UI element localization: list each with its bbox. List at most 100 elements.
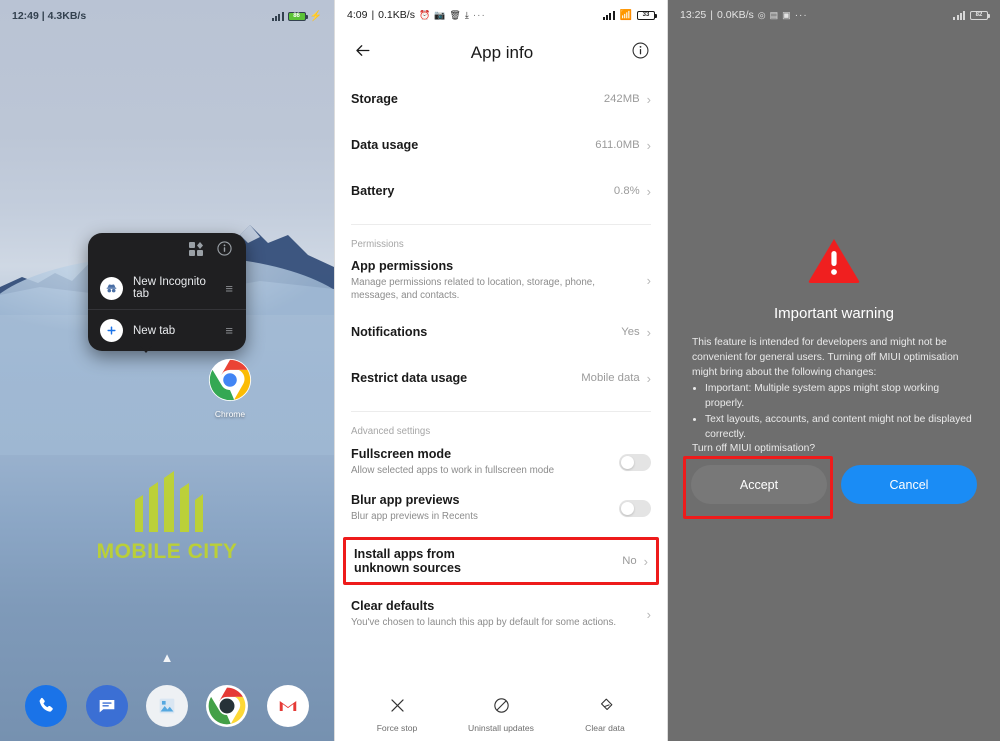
battery-icon: 86 [287,11,308,21]
city-logo-icon [135,471,203,532]
chevron-right-icon: › [646,273,651,289]
battery-icon: 82 [970,10,990,20]
action-label: Uninstall updates [468,723,534,733]
status-netspeed: 0.0KB/s [717,9,754,21]
menu-item-label: New tab [133,324,176,337]
three-phone-screenshots: 12:49 | 4.3KB/s 86 ⚡ New Incognito tab ≡… [0,0,1000,741]
dialog-button-row: Accept Cancel [668,465,1000,504]
uninstall-updates-button[interactable]: Uninstall updates [462,696,540,733]
row-restrict-data-usage[interactable]: Restrict data usage Mobile data › [351,355,651,401]
row-title: Notifications [351,325,428,340]
warning-dialog-panel: 13:25 | 0.0KB/s ◎ ▤ ▣ ··· 82 Important w… [668,0,1000,741]
row-notifications[interactable]: Notifications Yes › [351,309,651,355]
warning-triangle-icon [808,239,860,283]
row-text: Battery [351,184,614,198]
messages-icon[interactable] [85,685,128,727]
row-text: Blur app previews Blur app previews in R… [351,493,619,523]
gmail-icon[interactable] [266,685,309,727]
warning-dialog: Important warning This feature is intend… [668,236,1000,457]
menu-item-new-tab[interactable]: New tab ≡ [88,309,246,351]
menu-item-label: New Incognito tab [133,276,206,300]
row-title-line1: Install apps from [354,547,455,562]
cancel-button[interactable]: Cancel [841,465,977,504]
chevron-right-icon: › [643,553,648,569]
status-left: 4:09 | 0.1KB/s ⏰ 📷 🗑 ⤓ ··· [347,9,486,21]
widgets-icon[interactable] [189,241,203,261]
status-sep: | [41,10,45,22]
phone-icon[interactable] [25,685,68,727]
row-install-unknown-sources[interactable]: Install apps from unknown sources No › [354,540,648,582]
bottom-action-bar: Force stop Uninstall updates Clear data [335,696,667,733]
status-bar-appinfo: 4:09 | 0.1KB/s ⏰ 📷 🗑 ⤓ ··· 📶 33 [335,0,667,30]
page-title: App info [470,43,534,62]
chrome-app-shortcut[interactable]: Chrome [206,358,254,419]
menu-item-new-incognito-tab[interactable]: New Incognito tab ≡ [88,267,246,309]
close-x-icon [390,699,404,712]
alarm-icon: ⏰ [418,9,431,20]
blur-app-previews-toggle[interactable] [619,499,651,517]
row-value: 611.0MB [595,139,640,151]
row-title: Data usage [351,138,419,152]
status-left: 12:49 | 4.3KB/s [12,10,86,22]
clear-data-button[interactable]: Clear data [566,696,644,733]
home-screen-panel: 12:49 | 4.3KB/s 86 ⚡ New Incognito tab ≡… [0,0,334,741]
gallery-icon[interactable] [145,685,188,727]
drag-handle-icon[interactable]: ≡ [225,281,236,296]
force-stop-button[interactable]: Force stop [358,696,436,733]
dialog-body: This feature is intended for developers … [692,336,976,457]
section-header-permissions: Permissions [351,239,404,250]
dialog-bullets: Important: Multiple system apps might st… [705,382,976,443]
status-netspeed: 0.1KB/s [378,9,415,21]
status-right: 86 ⚡ [271,11,322,22]
row-subtitle: Manage permissions related to location, … [351,277,595,302]
row-data-usage[interactable]: Data usage 611.0MB › [351,122,651,168]
row-storage[interactable]: Storage 242MB › [351,76,651,122]
row-text: Storage [351,92,604,106]
warning-triangle-wrap [692,236,976,289]
info-circle-icon[interactable] [217,241,232,261]
chrome-context-menu[interactable]: New Incognito tab ≡ New tab ≡ [88,233,246,351]
chevron-right-icon: › [646,324,651,340]
context-menu-pointer [140,346,152,353]
status-right: 82 [953,10,990,20]
row-title: Restrict data usage [351,371,468,386]
back-arrow-icon[interactable] [353,41,372,65]
eraser-icon [600,698,612,711]
row-text: Clear defaults You've chosen to launch t… [351,599,647,629]
home-dock [0,685,334,727]
status-time: 4:09 [347,9,368,21]
row-text: Data usage [351,138,595,152]
divider [351,411,651,413]
row-clear-defaults[interactable]: Clear defaults You've chosen to launch t… [351,591,651,637]
chrome-icon [208,358,252,402]
chevron-right-icon: › [646,606,651,622]
section-header-advanced: Advanced settings [351,426,431,438]
app-bar: App info [335,30,667,76]
dialog-title: Important warning [773,305,895,322]
row-fullscreen-mode[interactable]: Fullscreen mode Allow selected apps to w… [351,439,651,485]
row-blur-app-previews[interactable]: Blur app previews Blur app previews in R… [351,485,651,531]
info-circle-icon[interactable] [632,42,649,64]
row-title: App permissions [351,259,454,273]
chrome-icon[interactable] [206,685,249,727]
status-sep: | [710,9,714,21]
row-app-permissions[interactable]: App permissions Manage permissions relat… [351,252,651,309]
status-time: 12:49 [12,10,39,22]
app-drawer-chevron-icon[interactable]: ▲ [0,650,334,665]
accept-button[interactable]: Accept [691,465,827,504]
download-icon: ⤓ [464,9,469,20]
chevron-right-icon: › [646,137,651,153]
row-title: Clear defaults [351,599,435,614]
row-title: Blur app previews [351,493,460,508]
action-label: Force stop [376,723,418,733]
status-sep: | [371,9,375,21]
status-netspeed: 4.3KB/s [47,10,87,22]
fullscreen-mode-toggle[interactable] [619,453,651,471]
row-value: No [622,555,637,568]
drag-handle-icon[interactable]: ≡ [225,323,236,338]
status-time: 13:25 [680,9,707,21]
row-subtitle: Allow selected apps to work in fullscree… [351,465,555,477]
chevron-right-icon: › [646,183,651,199]
row-title-line2: unknown sources [354,561,462,576]
row-battery[interactable]: Battery 0.8% › [351,168,651,214]
